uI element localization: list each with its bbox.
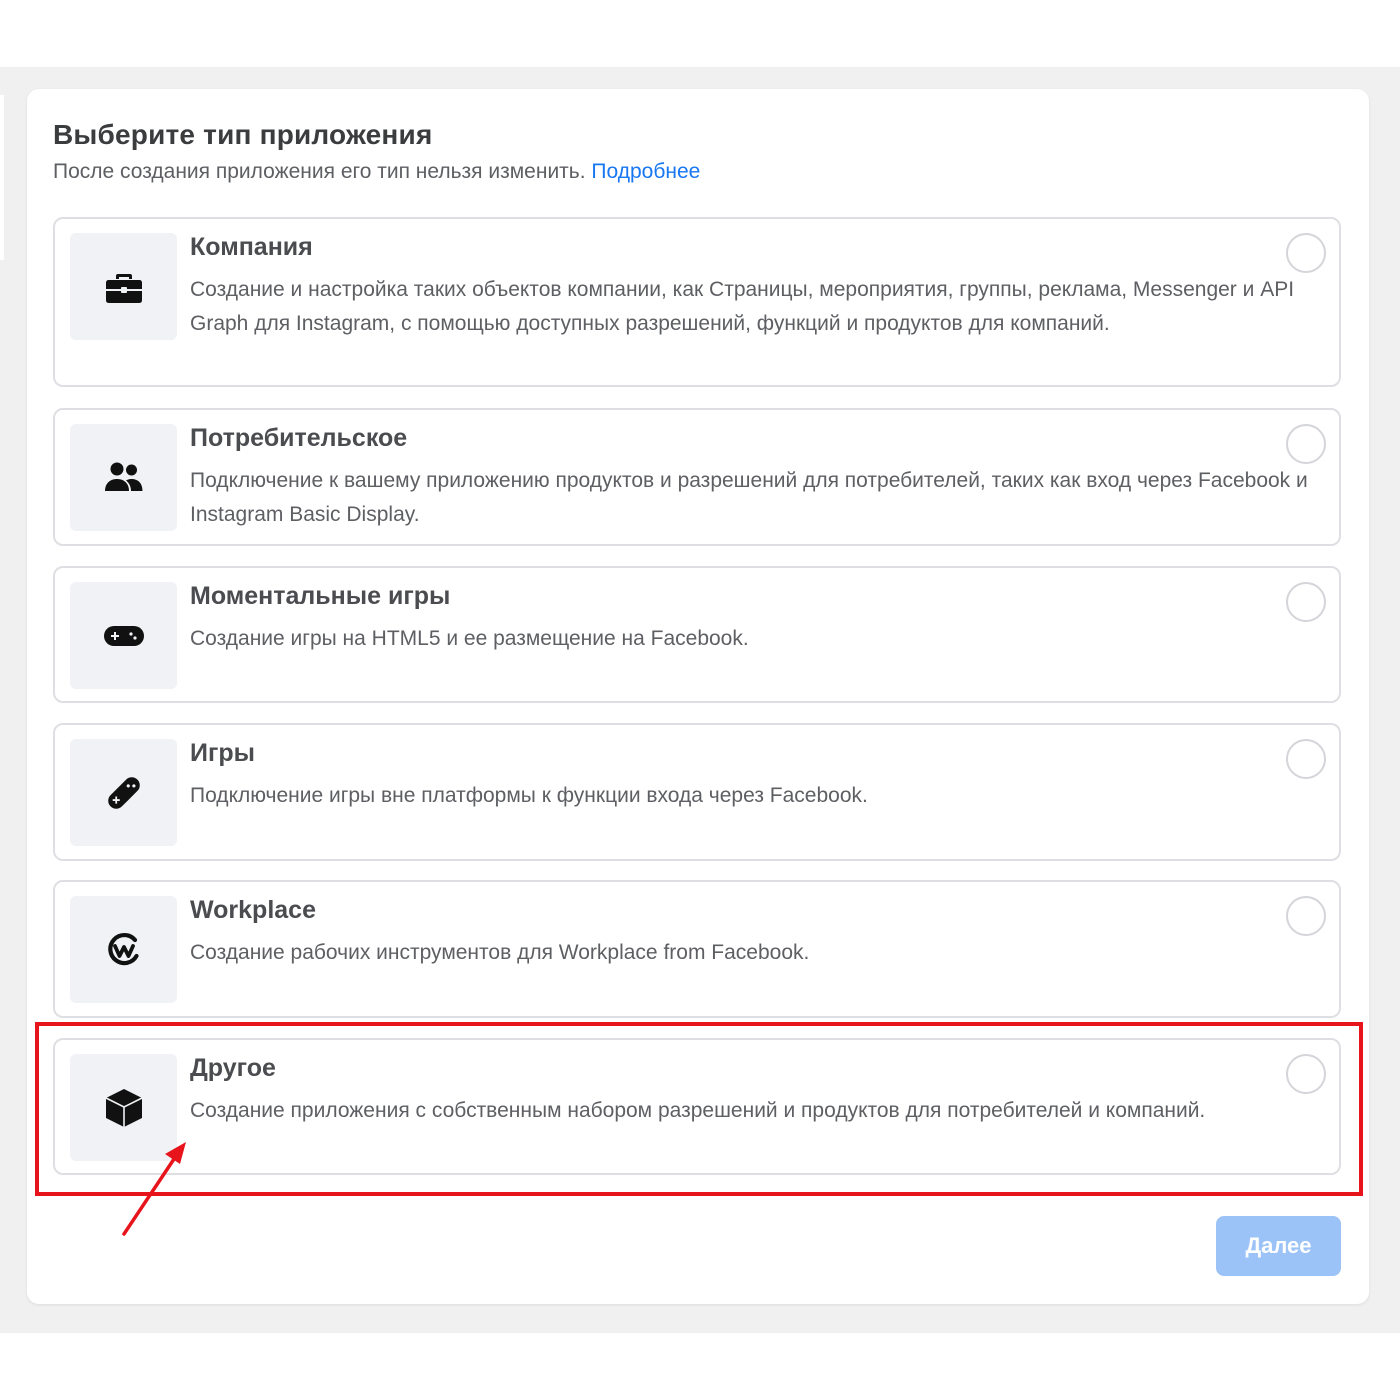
option-icon-box — [70, 739, 177, 846]
subtitle-text: После создания приложения его тип нельзя… — [53, 160, 586, 183]
next-button[interactable]: Далее — [1216, 1216, 1341, 1276]
option-games[interactable]: Игры Подключение игры вне платформы к фу… — [53, 723, 1341, 861]
option-icon-box — [70, 582, 177, 689]
option-title: Потребительское — [190, 424, 408, 452]
option-description: Создание рабочих инструментов для Workpl… — [190, 941, 810, 964]
option-radio[interactable] — [1286, 424, 1326, 464]
people-icon — [104, 462, 142, 491]
option-title: Workplace — [190, 896, 316, 924]
option-icon-box — [70, 424, 177, 531]
annotation-highlight-box — [35, 1022, 1363, 1196]
learn-more-link[interactable]: Подробнее — [591, 160, 700, 183]
option-consumer[interactable]: Потребительское Подключение к вашему при… — [53, 408, 1341, 546]
briefcase-icon — [105, 273, 142, 303]
option-icon-box — [70, 233, 177, 340]
option-company[interactable]: Компания Создание и настройка таких объе… — [53, 217, 1341, 387]
option-description: Подключение игры вне платформы к функции… — [190, 784, 868, 807]
option-radio[interactable] — [1286, 582, 1326, 622]
option-instant-games[interactable]: Моментальные игры Создание игры на HTML5… — [53, 566, 1341, 703]
dialog-subtitle: После создания приложения его тип нельзя… — [53, 160, 700, 184]
option-icon-box — [70, 896, 177, 1003]
option-description: Подключение к вашему приложению продукто… — [190, 469, 1308, 526]
option-title: Моментальные игры — [190, 582, 451, 610]
option-radio[interactable] — [1286, 896, 1326, 936]
workplace-icon — [107, 932, 139, 965]
game-controller-icon — [107, 776, 140, 809]
side-edge — [0, 95, 4, 260]
option-radio[interactable] — [1286, 739, 1326, 779]
option-description: Создание игры на HTML5 и ее размещение н… — [190, 627, 749, 650]
dialog-title: Выберите тип приложения — [53, 119, 433, 150]
option-radio[interactable] — [1286, 233, 1326, 273]
option-title: Игры — [190, 739, 256, 767]
option-description: Создание и настройка таких объектов комп… — [190, 278, 1295, 335]
option-title: Компания — [190, 233, 313, 261]
option-workplace[interactable]: Workplace Создание рабочих инструментов … — [53, 880, 1341, 1018]
annotation-arrow-icon — [122, 1142, 186, 1236]
gamepad-icon — [103, 625, 144, 646]
